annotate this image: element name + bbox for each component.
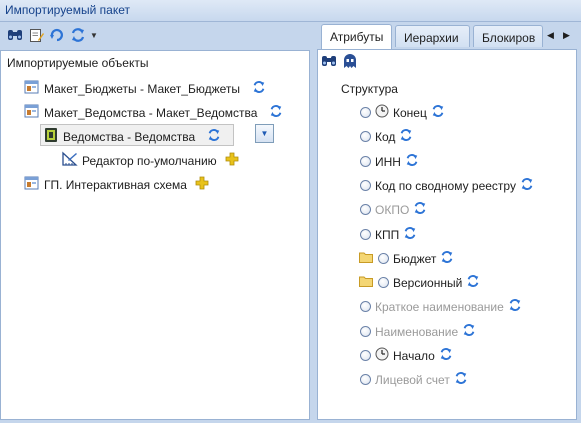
layout-icon <box>24 79 40 98</box>
radio-icon[interactable] <box>360 301 371 312</box>
radio-icon[interactable] <box>360 180 371 191</box>
sync-icon[interactable] <box>413 201 427 218</box>
tree-item-label: Макет_Бюджеты - Макет_Бюджеты <box>44 81 241 96</box>
attribute-label: КПП <box>375 227 400 242</box>
radio-icon[interactable] <box>360 326 371 337</box>
attribute-label: Лицевой счет <box>375 372 450 387</box>
clock-icon <box>371 104 389 121</box>
plus-icon[interactable] <box>225 152 239 169</box>
structure-root-label: Структура <box>341 82 398 96</box>
sync-icon[interactable] <box>207 128 221 145</box>
sync-icon[interactable] <box>454 371 468 388</box>
clock-icon <box>371 347 389 364</box>
window-titlebar: Импортируемый пакет <box>0 0 581 22</box>
radio-icon[interactable] <box>378 277 389 288</box>
scroll-right-icon[interactable]: ▶ <box>563 30 570 41</box>
attribute-label: Код <box>375 129 396 144</box>
attribute-label: ИНН <box>375 154 401 169</box>
tree-item-default-editor[interactable]: Редактор по-умолчанию <box>62 151 239 170</box>
attribute-item[interactable]: Версионный <box>359 274 480 291</box>
editor-icon <box>62 151 78 170</box>
radio-icon[interactable] <box>360 156 371 167</box>
tab-attributes[interactable]: Атрибуты <box>321 24 392 49</box>
attribute-item[interactable]: Лицевой счет <box>360 371 468 388</box>
tab-hierarchies[interactable]: Иерархии <box>395 25 470 47</box>
radio-icon[interactable] <box>360 350 371 361</box>
radio-icon[interactable] <box>360 374 371 385</box>
sync-icon[interactable] <box>405 153 419 170</box>
sync-icon[interactable] <box>431 104 445 121</box>
sync-icon[interactable] <box>440 250 454 267</box>
edit-icon[interactable] <box>27 26 45 44</box>
radio-icon[interactable] <box>360 131 371 142</box>
radio-icon[interactable] <box>360 204 371 215</box>
node-dropdown-button[interactable]: ▼ <box>255 124 274 143</box>
sync-icon[interactable] <box>508 298 522 315</box>
folder-icon <box>359 275 378 290</box>
window-title: Импортируемый пакет <box>5 3 130 17</box>
layout-icon <box>24 103 40 122</box>
plus-icon[interactable] <box>195 176 209 193</box>
radio-icon[interactable] <box>378 253 389 264</box>
attributes-panel <box>317 49 577 420</box>
attribute-item[interactable]: ИНН <box>360 153 419 170</box>
attribute-item[interactable]: Краткое наименование <box>360 298 522 315</box>
scroll-left-icon[interactable]: ◀ <box>547 30 554 41</box>
tree-item-departments[interactable]: Ведомства - Ведомства <box>43 127 221 146</box>
attribute-label: Конец <box>393 105 427 120</box>
radio-icon[interactable] <box>360 107 371 118</box>
sync-icon[interactable] <box>462 323 476 340</box>
attribute-label: Наименование <box>375 324 459 339</box>
sync-icon[interactable] <box>439 347 453 364</box>
binoculars-icon[interactable] <box>6 26 24 44</box>
tab-locks[interactable]: Блокиров <box>473 25 543 47</box>
tree-item-budgets[interactable]: Макет_Бюджеты - Макет_Бюджеты <box>24 79 266 98</box>
tree-item-label: Ведомства - Ведомства <box>63 129 196 144</box>
attribute-label: Бюджет <box>393 251 437 266</box>
tab-strip: Атрибуты Иерархии Блокиров ◀ ▶ <box>317 23 579 49</box>
attribute-item[interactable]: Начало <box>360 347 453 364</box>
sync-icon[interactable] <box>466 274 480 291</box>
tree-item-label: ГП. Интерактивная схема <box>44 177 187 192</box>
sync-icon[interactable] <box>399 128 413 145</box>
attribute-item[interactable]: ОКПО <box>360 201 427 218</box>
attribute-item[interactable]: Конец <box>360 104 445 121</box>
attribute-item[interactable]: Код по сводному реестру <box>360 177 534 194</box>
tree-item-label: Редактор по-умолчанию <box>82 153 217 168</box>
ghost-icon[interactable] <box>341 52 359 70</box>
attribute-label: Краткое наименование <box>375 299 504 314</box>
layout-icon <box>24 175 40 194</box>
sync-icon[interactable] <box>403 226 417 243</box>
sync-icon[interactable] <box>520 177 534 194</box>
sync-icon[interactable] <box>269 104 283 121</box>
attributes-toolbar <box>320 51 359 71</box>
refresh-arrow-icon[interactable] <box>48 26 66 44</box>
attribute-item[interactable]: Наименование <box>360 323 476 340</box>
binoculars-icon[interactable] <box>320 52 338 70</box>
tree-item-interactive-scheme[interactable]: ГП. Интерактивная схема <box>24 175 209 194</box>
dictionary-icon <box>43 127 59 146</box>
attribute-item[interactable]: КПП <box>360 226 417 243</box>
tree-item-departments-layout[interactable]: Макет_Ведомства - Макет_Ведомства <box>24 103 283 122</box>
attribute-label: ОКПО <box>375 202 410 217</box>
chevron-down-icon[interactable]: ▼ <box>90 26 98 44</box>
tree-root-label: Импортируемые объекты <box>7 56 149 70</box>
radio-icon[interactable] <box>360 229 371 240</box>
folder-icon <box>359 251 378 266</box>
tree-item-label: Макет_Ведомства - Макет_Ведомства <box>44 105 258 120</box>
sync-icon[interactable] <box>69 26 87 44</box>
attribute-item[interactable]: Код <box>360 128 413 145</box>
left-toolbar: ▼ <box>6 25 98 45</box>
attribute-label: Код по сводному реестру <box>375 178 516 193</box>
sync-icon[interactable] <box>252 80 266 97</box>
attribute-label: Начало <box>393 348 435 363</box>
attribute-label: Версионный <box>393 275 463 290</box>
attribute-item[interactable]: Бюджет <box>359 250 454 267</box>
